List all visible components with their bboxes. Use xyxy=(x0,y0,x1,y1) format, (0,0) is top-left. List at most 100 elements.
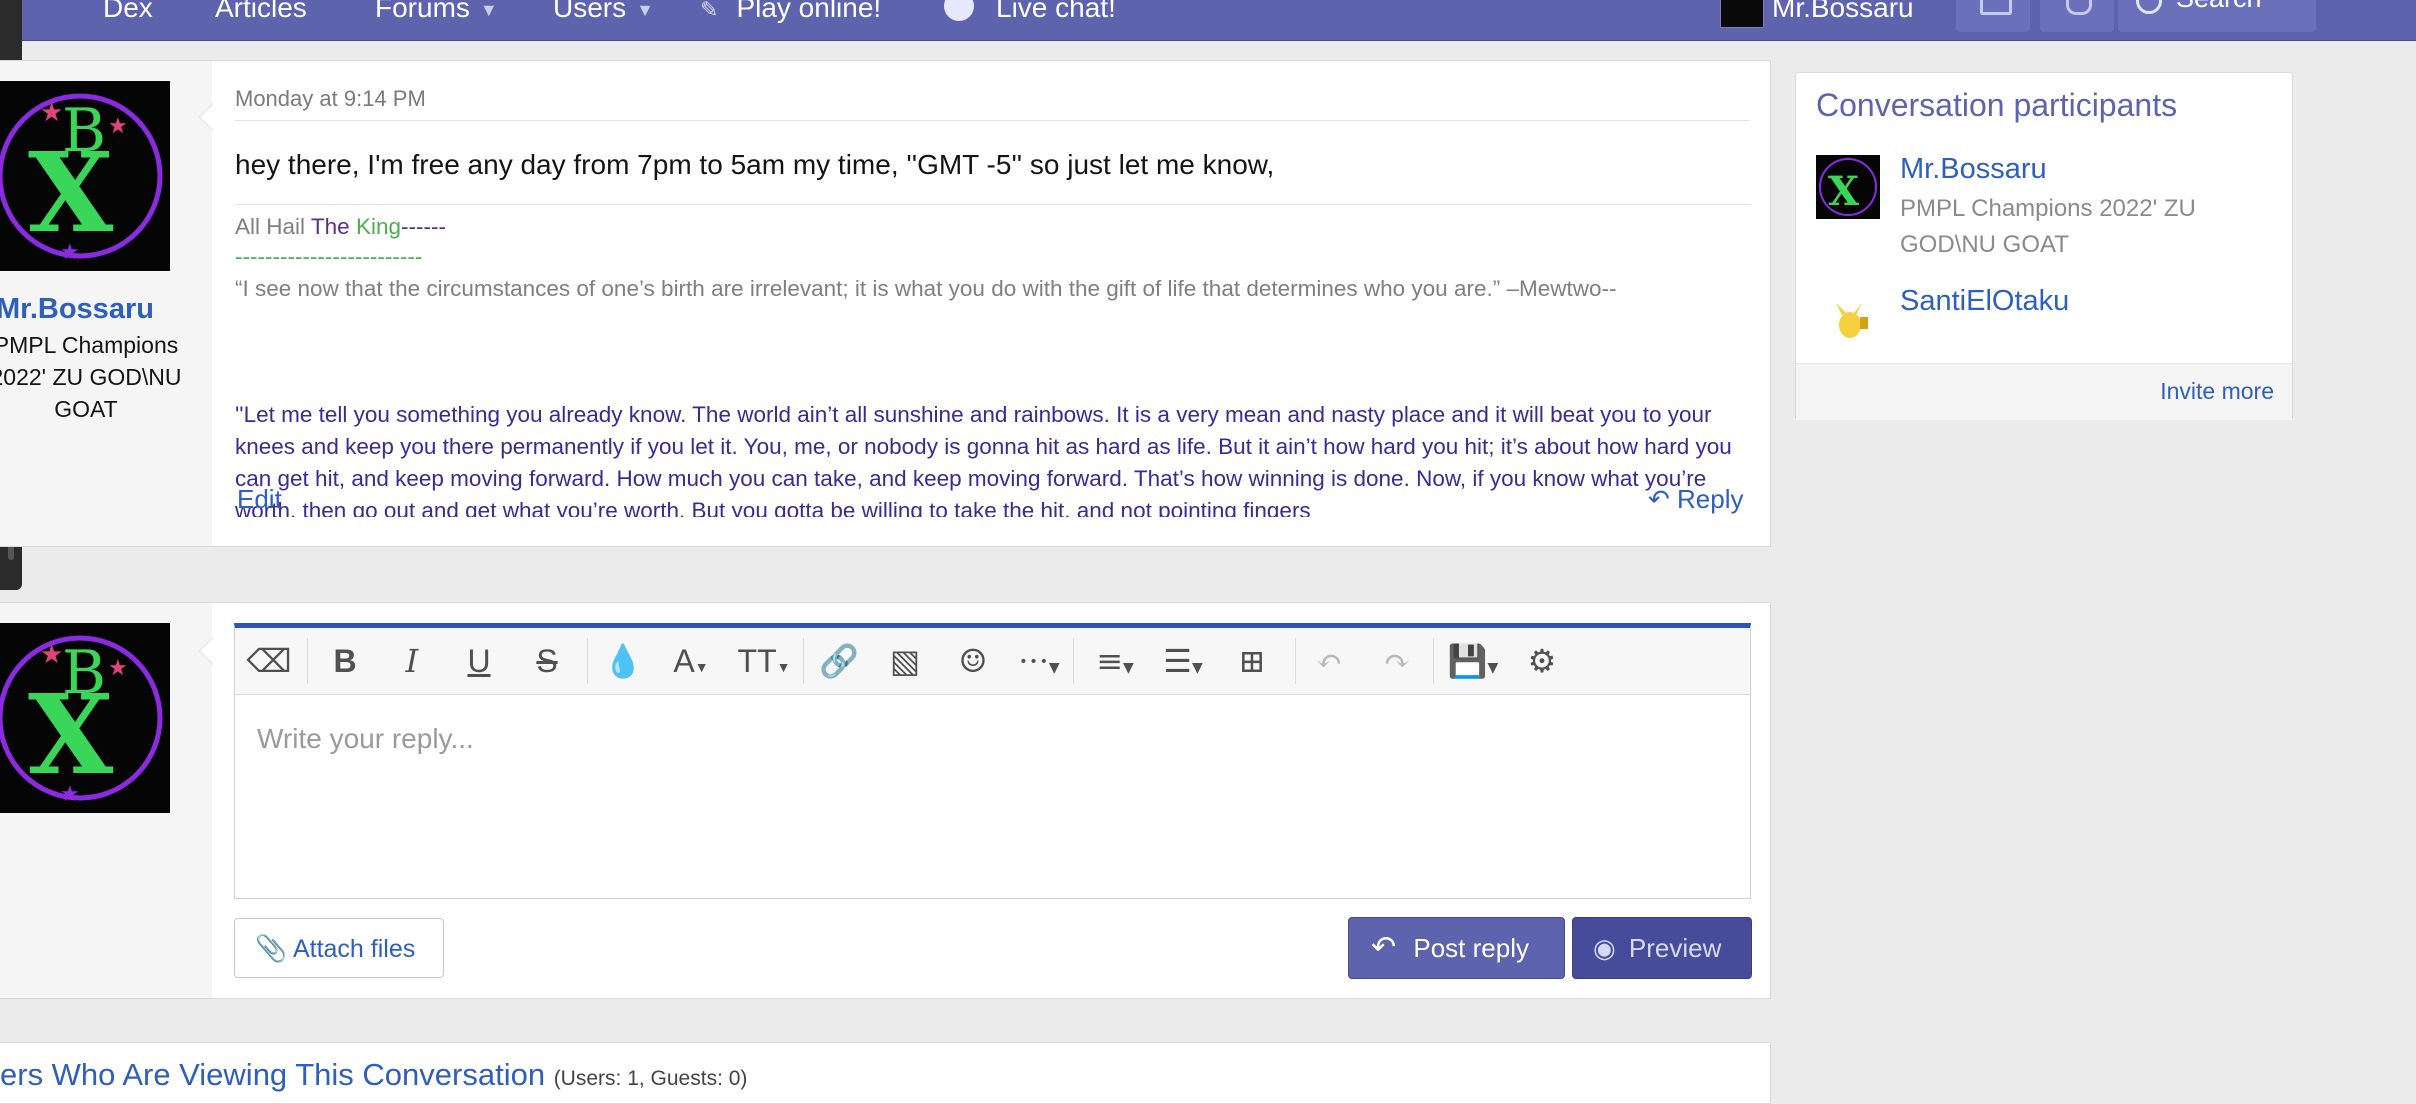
avatar[interactable]: X B ★ ★ ★ xyxy=(0,81,170,271)
nav-inbox-button[interactable] xyxy=(1956,0,2030,32)
nav-item-users[interactable]: Users ▼ xyxy=(553,0,654,28)
edit-link[interactable]: Edit xyxy=(237,484,282,515)
nav-item-play-online[interactable]: ✎ Play online! xyxy=(700,0,881,28)
chevron-down-icon[interactable]: ▼ xyxy=(480,0,498,20)
svg-text:B: B xyxy=(62,638,106,708)
participant-name[interactable]: SantiElOtaku xyxy=(1900,285,2069,318)
list-icon[interactable]: ☰▼ xyxy=(1155,638,1211,684)
signature-quote-1: “I see now that the circumstances of one… xyxy=(235,276,1617,301)
eraser-icon[interactable]: ⌫ xyxy=(245,638,293,684)
signature-text: ------ xyxy=(400,214,446,239)
reply-label: Reply xyxy=(1677,484,1744,514)
redo-icon[interactable]: ↷ xyxy=(1375,638,1419,684)
avatar-logo-image: X B ★ ★ ★ xyxy=(0,635,163,806)
message-author-title: PMPL Champions 2022' ZU GOD\NU GOAT xyxy=(0,332,182,422)
viewing-title-text[interactable]: ers Who Are Viewing This Conversation xyxy=(0,1057,545,1092)
signature-line-1: All Hail The King------ xyxy=(235,211,1755,243)
nav-item-play-online-label: Play online! xyxy=(736,0,882,23)
svg-text:★: ★ xyxy=(108,655,128,680)
preview-button[interactable]: ◉ Preview xyxy=(1572,917,1752,979)
font-size-icon[interactable]: TT▼ xyxy=(732,638,796,684)
emoji-icon[interactable]: ☺ xyxy=(951,638,995,684)
link-icon[interactable]: 🔗 xyxy=(817,638,861,684)
bold-icon[interactable]: B xyxy=(323,638,367,684)
gear-icon[interactable]: ⚙ xyxy=(1520,638,1564,684)
nav-item-dex[interactable]: Dex xyxy=(103,0,153,28)
editor-toolbar: ⌫ B I U S 💧 A▼ TT▼ 🔗 ▧ ☺ ···▼ ≡▼ ☰▼ ⊞ ↶ … xyxy=(235,628,1750,695)
viewing-counts: (Users: 1, Guests: 0) xyxy=(553,1067,748,1090)
preview-label: Preview xyxy=(1628,933,1722,963)
reply-icon: ↶ xyxy=(1371,931,1397,964)
avatar[interactable] xyxy=(1816,287,1880,351)
nav-username[interactable]: Mr.Bossaru xyxy=(1772,0,1914,28)
signature-line-2: ------------------------- xyxy=(235,244,423,269)
sidebar-footer: Invite more xyxy=(1796,363,2292,420)
divider xyxy=(235,120,1750,121)
save-draft-icon[interactable]: 💾▼ xyxy=(1443,638,1503,684)
participant-title: PMPL Champions 2022' ZU GOD\NU GOAT xyxy=(1900,195,2196,258)
image-icon[interactable]: ▧ xyxy=(883,638,927,684)
font-family-icon[interactable]: A▼ xyxy=(663,638,719,684)
participant-name[interactable]: Mr.Bossaru xyxy=(1900,153,2047,186)
nav-alerts-button[interactable] xyxy=(2040,0,2114,32)
viewing-users-block: ers Who Are Viewing This Conversation (U… xyxy=(0,1042,1771,1104)
underline-icon[interactable]: U xyxy=(457,638,501,684)
message-date[interactable]: Monday at 9:14 PM xyxy=(235,86,426,112)
message-body: hey there, I'm free any day from 7pm to … xyxy=(235,149,1275,180)
message-arrow xyxy=(199,103,213,131)
signature-text: All Hail xyxy=(235,214,306,239)
paperclip-icon: 📎 xyxy=(255,933,288,963)
eye-icon: ◉ xyxy=(1593,933,1616,963)
chevron-down-icon[interactable]: ▼ xyxy=(636,0,654,20)
message-user-info: X B ★ ★ ★ Mr.Bossaru PMPL Champions 2022… xyxy=(0,61,212,546)
viewing-title: ers Who Are Viewing This Conversation (U… xyxy=(0,1057,747,1093)
avatar[interactable]: X B ★ ★ ★ xyxy=(0,623,170,813)
invite-more-link[interactable]: Invite more xyxy=(2160,378,2274,405)
reply-input[interactable]: Write your reply... xyxy=(257,723,474,755)
inbox-icon xyxy=(1980,0,2012,15)
nav-item-articles[interactable]: Articles xyxy=(215,0,307,28)
svg-text:★: ★ xyxy=(40,639,63,669)
nav-search-button[interactable]: Search xyxy=(2118,0,2316,32)
attach-files-button[interactable]: 📎 Attach files xyxy=(234,918,444,978)
svg-text:★: ★ xyxy=(108,113,128,138)
signature-text: The xyxy=(310,214,350,239)
reply-arrow xyxy=(199,637,213,665)
conversation-message: X B ★ ★ ★ Mr.Bossaru PMPL Champions 2022… xyxy=(0,60,1771,547)
avatar-logo-image: X B ★ ★ ★ xyxy=(0,93,163,264)
discord-icon xyxy=(944,0,974,21)
signature-text: King xyxy=(355,214,401,239)
reply-form: X B ★ ★ ★ ⌫ B I U S 💧 A▼ TT▼ 🔗 ▧ ☺ ···▼ xyxy=(0,602,1771,999)
nav-item-forums[interactable]: Forums ▼ xyxy=(375,0,498,28)
top-navbar: e Dex Articles Forums▼ Users▼ ✎Play onli… xyxy=(0,0,2416,41)
attach-files-label: Attach files xyxy=(292,935,416,963)
reply-link[interactable]: ↶ Reply xyxy=(1648,484,1744,515)
avatar-logo-image: X xyxy=(1819,158,1877,216)
italic-icon[interactable]: I xyxy=(390,638,434,684)
message-author-name[interactable]: Mr.Bossaru xyxy=(0,293,154,326)
more-options-icon[interactable]: ···▼ xyxy=(1011,638,1067,684)
divider xyxy=(235,204,1750,205)
signature-quote-2: ''Let me tell you something you already … xyxy=(235,402,1732,517)
align-icon[interactable]: ≡▼ xyxy=(1087,638,1143,684)
svg-text:★: ★ xyxy=(60,781,80,806)
post-reply-button[interactable]: ↶ Post reply xyxy=(1348,917,1565,979)
reply-icon: ↶ xyxy=(1648,484,1670,514)
pikachu-avatar-image xyxy=(1836,303,1868,338)
strikethrough-icon[interactable]: S xyxy=(525,638,569,684)
nav-user-avatar[interactable] xyxy=(1720,0,1764,28)
pokeball-icon: ✎ xyxy=(700,0,719,22)
text-color-icon[interactable]: 💧 xyxy=(601,638,645,684)
svg-text:B: B xyxy=(62,96,106,166)
svg-text:X: X xyxy=(1828,168,1859,215)
sidebar-title: Conversation participants xyxy=(1816,87,2178,123)
participants-sidebar: Conversation participants X Mr.Bossaru P… xyxy=(1795,72,2293,420)
nav-item-live-chat[interactable]: Live chat! xyxy=(944,0,1116,28)
table-icon[interactable]: ⊞ xyxy=(1230,638,1274,684)
undo-icon[interactable]: ↶ xyxy=(1307,638,1351,684)
reply-user-info: X B ★ ★ ★ xyxy=(0,603,212,998)
nav-item-live-chat-label: Live chat! xyxy=(996,0,1116,23)
nav-search-label: Search xyxy=(2176,0,2262,18)
search-icon xyxy=(2136,0,2162,14)
avatar[interactable]: X xyxy=(1816,155,1880,219)
